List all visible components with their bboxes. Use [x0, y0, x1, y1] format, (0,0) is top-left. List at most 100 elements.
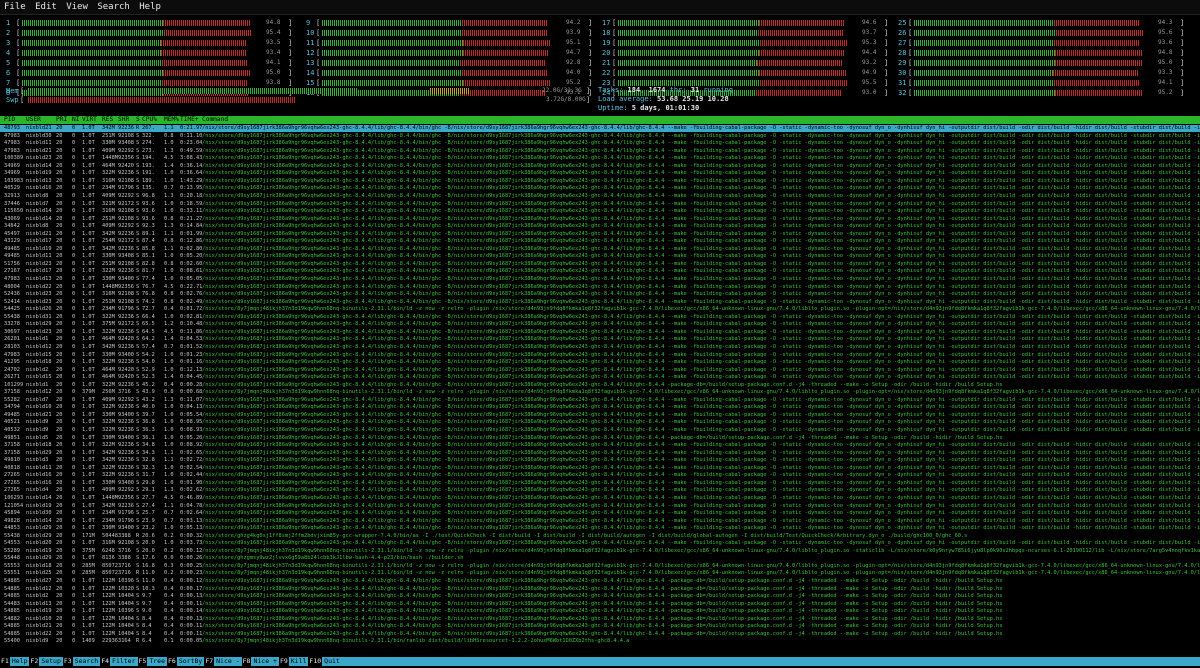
process-row[interactable]: 54885 nixbld27 20 0 1.0T 122M 10396 S 11.0 0.4 0:0…: [0, 578, 1200, 585]
process-row[interactable]: 41295 nixbld18 20 0 1.0T 322M 92236 S 54.0 1.0 0:0…: [0, 359, 1200, 366]
process-row[interactable]: 28103 nixbld12 20 0 1.0T 342M 92236 S 57.4 0.7 0:0…: [0, 344, 1200, 351]
process-row[interactable]: 54885 nixbld19 20 0 1.0T 122M 10396 S 9.0 0.4 0:00…: [0, 608, 1200, 615]
process-row[interactable]: 100389 nixbld23 20 0 1.0T 1448M 92356 S 194. 4.5 3…: [0, 155, 1200, 162]
process-row[interactable]: 55438 nixbld31 20 0 1.0T 322M 92236 S 66.4 1.0 0:0…: [0, 314, 1200, 321]
fkey-label[interactable]: Search: [72, 657, 101, 666]
fkey-f8[interactable]: F8: [241, 657, 252, 666]
process-row[interactable]: 27265 nixbld16 20 0 1.0T 322M 92236 S 31.7 1.0 0:0…: [0, 472, 1200, 479]
process-row[interactable]: 54425 nixbld26 20 0 1.0T 234M 91796 S 72.7 0.4 0:0…: [0, 306, 1200, 313]
process-row[interactable]: 49851 nixbld5 20 0 1.0T 330M 93400 S 36.1 1.0 0:05…: [0, 435, 1200, 442]
fkey-label[interactable]: Tree: [147, 657, 167, 666]
process-row[interactable]: 54885 nixbld22 20 0 1.0T 122M 10404 S 8.4 0.4 0:00…: [0, 631, 1200, 638]
process-row[interactable]: 37158 nixbld12 20 0 379M 256M 3716 S 43.9 0.8 0:00…: [0, 389, 1200, 396]
process-row[interactable]: 26271 nixbld15 20 0 1.0T 464M 92420 S 52.3 1.4 0:0…: [0, 374, 1200, 381]
process-row[interactable]: 27167 nixbld17 20 0 1.0T 322M 92236 S 81.7 1.0 0:0…: [0, 268, 1200, 275]
process-row[interactable]: 55438 nixbld29 20 0 171M 50448 3388 R 20.6 0.2 0:0…: [0, 533, 1200, 540]
header-user[interactable]: USER: [26, 116, 41, 124]
fkey-f5[interactable]: F5: [137, 657, 148, 666]
process-row[interactable]: 49810 nixbld3 20 0 1.0T 342M 92236 S 32.8 1.1 0:02…: [0, 457, 1200, 464]
header-shr[interactable]: SHR: [118, 116, 129, 124]
process-row[interactable]: 34842 nixbld8 20 0 1.0T 409M 92292 S 92.3 1.3 0:14…: [0, 223, 1200, 230]
process-row[interactable]: 44853 nixbld29 20 0 1.0T 330M 93400 S 23.2 1.0 0:0…: [0, 525, 1200, 532]
fkey-label[interactable]: Kill: [288, 657, 309, 666]
process-row[interactable]: 52436 nixbld23 20 0 1.0T 316M 92108 S 76.8 0.8 0:0…: [0, 291, 1200, 298]
fkey-f7[interactable]: F7: [204, 657, 215, 666]
process-row[interactable]: 37158 nixbld29 20 0 1.0T 342M 92236 S 34.3 1.1 0:0…: [0, 450, 1200, 457]
fkey-label[interactable]: Nice +: [251, 657, 279, 666]
menu-search[interactable]: Search: [97, 2, 130, 12]
fkey-f2[interactable]: F2: [29, 657, 40, 666]
process-row[interactable]: 54483 nixbld13 20 0 1.0T 122M 10404 S 9.7 0.4 0:00…: [0, 601, 1200, 608]
process-row[interactable]: 34794 nixbld10 20 0 1.0T 322M 92236 S 40.0 1.0 0:0…: [0, 404, 1200, 411]
process-list[interactable]: 48793 nixbld21 20 0 1.0T 342M 92236 R 267. 1.1 0:2…: [0, 124, 1200, 657]
process-row[interactable]: 40529 nixbld16 20 0 1.0T 234M 91796 S 135. 0.7 0:1…: [0, 185, 1200, 192]
process-row[interactable]: 47983 nixbld21 20 0 1.0T 409M 92292 S 273. 1.3 0:4…: [0, 148, 1200, 155]
menu-edit[interactable]: Edit: [35, 2, 57, 12]
process-row[interactable]: 45497 nixbld21 20 0 1.0T 342M 92236 S 89.1 1.1 0:0…: [0, 231, 1200, 238]
process-row[interactable]: 55553 nixbld18 20 0 285M 85072 3716 S 16.8 0.3 0:0…: [0, 563, 1200, 570]
process-row[interactable]: 43129 nixbld17 20 0 1.0T 254M 92172 S 87.4 0.8 0:1…: [0, 238, 1200, 245]
process-row[interactable]: 101299 nixbld1 20 0 1.0T 322M 92236 S 45.2 0.4 0:0…: [0, 382, 1200, 389]
process-row[interactable]: 37446 nixbld7 20 0 1.0T 321M 92172 S 93.6 1.0 0:18…: [0, 201, 1200, 208]
header-mem[interactable]: MEM%: [164, 116, 179, 124]
process-row[interactable]: 54885 nixbld2 20 0 1.0T 122M 10404 S 9.7 0.4 0:00.…: [0, 593, 1200, 600]
menu-view[interactable]: View: [66, 2, 88, 12]
fkey-label[interactable]: Quit: [322, 657, 342, 666]
process-row[interactable]: 40818 nixbld11 20 0 1.0T 322M 92236 S 32.3 1.0 0:0…: [0, 465, 1200, 472]
header-ni[interactable]: NI: [72, 116, 79, 124]
fkey-label[interactable]: Filter: [110, 657, 138, 666]
process-row[interactable]: 54882 nixbld10 20 0 1.0T 122M 10404 S 8.4 0.4 0:00…: [0, 616, 1200, 623]
process-row[interactable]: 55282 nixbld7 20 0 1.0T 409M 92292 S 43.2 1.3 0:11…: [0, 397, 1200, 404]
fkey-f1[interactable]: F1: [0, 657, 10, 666]
process-row[interactable]: 106293 nixbld14 20 0 1.0T 1448M 92356 S 27.7 4.5 0…: [0, 495, 1200, 502]
process-row[interactable]: 24702 nixbld2 20 0 1.0T 464M 92420 S 52.9 1.0 0:12…: [0, 367, 1200, 374]
process-row[interactable]: 43069 nixbld14 20 0 1.0T 251M 92108 S 93.6 0.8 0:2…: [0, 216, 1200, 223]
header-pri[interactable]: PRI: [56, 116, 67, 124]
process-row[interactable]: 55551 nixbld25 20 0 285M 85072 3716 R 11.0 0.2 0:0…: [0, 570, 1200, 577]
fkey-label[interactable]: Help: [9, 657, 30, 666]
process-row[interactable]: 49828 nixbld14 20 0 1.0T 234M 91796 S 23.9 0.7 0:0…: [0, 518, 1200, 525]
header-res[interactable]: RES: [102, 116, 113, 124]
process-row[interactable]: 49485 nixbld11 20 0 1.0T 330M 93408 S 85.1 1.0 0:0…: [0, 253, 1200, 260]
process-row[interactable]: 48004 nixbld22 20 0 1.0T 1448M 92356 S 76.7 4.5 0:…: [0, 284, 1200, 291]
process-row[interactable]: 33278 nixbld29 20 0 1.0T 375M 92172 S 65.5 1.2 0:1…: [0, 321, 1200, 328]
process-row[interactable]: 45894 nixbld30 20 0 1.0T 234M 91796 S 25.7 0.7 0:0…: [0, 510, 1200, 517]
header-s[interactable]: S: [136, 116, 140, 124]
process-row[interactable]: 48793 nixbld21 20 0 1.0T 342M 92236 R 267. 1.1 0:2…: [0, 125, 1200, 132]
process-row[interactable]: 49485 nixbld21 20 0 1.0T 330M 93400 S 39.7 1.0 0:0…: [0, 412, 1200, 419]
process-row[interactable]: 47983 nixbld13 20 0 1.0T 330M 93400 S 77.4 1.0 0:0…: [0, 276, 1200, 283]
process-row[interactable]: 55400 nixbld9 20 0 1409 22936 3164 R 6.4 0.1 0:00.…: [0, 638, 1200, 645]
process-row[interactable]: 54885 nixbld12 20 0 1.0T 122M 10320 S 10.3 0.4 0:0…: [0, 586, 1200, 593]
process-row[interactable]: 54553 nixbld20 20 0 1.0T 316M 92108 S 20.0 1.0 0:0…: [0, 540, 1200, 547]
fkey-f6[interactable]: F6: [167, 657, 177, 666]
process-row[interactable]: 47983 nixbld15 20 0 1.0T 330M 93400 S 54.2 1.0 0:0…: [0, 352, 1200, 359]
process-row[interactable]: 51756 nixbld23 20 0 1.0T 251M 92108 S 82.8 0.8 0:0…: [0, 261, 1200, 268]
process-row[interactable]: 40521 nixbld9 20 0 1.0T 322M 92236 S 36.8 1.0 0:08…: [0, 419, 1200, 426]
process-row[interactable]: 49485 nixbld19 20 0 1.0T 342M 92236 S 85.8 1.1 0:0…: [0, 246, 1200, 253]
fkey-label[interactable]: Nice -: [214, 657, 242, 666]
process-row[interactable]: 47983 nixbld11 20 0 1.0T 330M 93408 S 274. 1.0 0:2…: [0, 140, 1200, 147]
process-row[interactable]: 103983 nixbld13 20 0 1.0T 316M 92108 S 189. 1.0 1:…: [0, 178, 1200, 185]
menu-file[interactable]: File: [4, 2, 26, 12]
process-row[interactable]: 37158 nixbld18 20 0 1.0T 322M 92236 S 34.8 1.0 0:0…: [0, 442, 1200, 449]
process-row[interactable]: 115650 nixbld14 20 0 1.0T 316M 92108 S 93.6 1.0 0:…: [0, 208, 1200, 215]
process-row[interactable]: 47983 nixbld30 20 0 1.0T 251M 92108 S 322. 0.8 0:1…: [0, 133, 1200, 140]
process-row[interactable]: 54885 nixbld21 20 0 1.0T 122M 10404 S 8.4 0.4 0:00…: [0, 623, 1200, 630]
process-row[interactable]: 32913 nixbld8 20 0 1.0T 409M 92292 S 96.8 1.3 0:20…: [0, 193, 1200, 200]
fkey-f3[interactable]: F3: [62, 657, 73, 666]
menu-help[interactable]: Help: [139, 2, 161, 12]
process-row[interactable]: 40532 nixbld9 20 0 1.0T 322M 92236 S 36.3 1.0 0:08…: [0, 427, 1200, 434]
header-pid[interactable]: PID: [4, 116, 15, 124]
process-row[interactable]: 30697 nixbld23 20 0 1.0T 322M 92236 S 64.5 4.5 0:1…: [0, 329, 1200, 336]
header-command[interactable]: Command: [202, 116, 228, 124]
process-row[interactable]: 26201 nixbld1 20 0 1.0T 464M 92420 S 64.2 1.4 0:04…: [0, 336, 1200, 343]
process-row[interactable]: 27265 nixbld16 20 0 1.0T 330M 93400 S 29.8 1.0 0:0…: [0, 480, 1200, 487]
header-time[interactable]: TIME+: [180, 116, 199, 124]
fkey-f10[interactable]: F10: [308, 657, 323, 666]
process-row[interactable]: 34969 nixbld19 20 0 1.0T 322M 92236 S 191. 1.0 0:3…: [0, 170, 1200, 177]
fkey-f9[interactable]: F9: [278, 657, 289, 666]
process-row[interactable]: 121054 nixbld19 20 0 1.0T 342M 92236 S 27.4 1.1 0:…: [0, 503, 1200, 510]
process-row[interactable]: 55289 nixbld19 20 0 375M 6248 3716 S 20.0 0.2 0:00…: [0, 548, 1200, 555]
fkey-label[interactable]: SortBy: [176, 657, 205, 666]
process-row[interactable]: 34969 nixbld14 20 0 1.0T 464M 92420 S 193. 1.4 0:3…: [0, 163, 1200, 170]
